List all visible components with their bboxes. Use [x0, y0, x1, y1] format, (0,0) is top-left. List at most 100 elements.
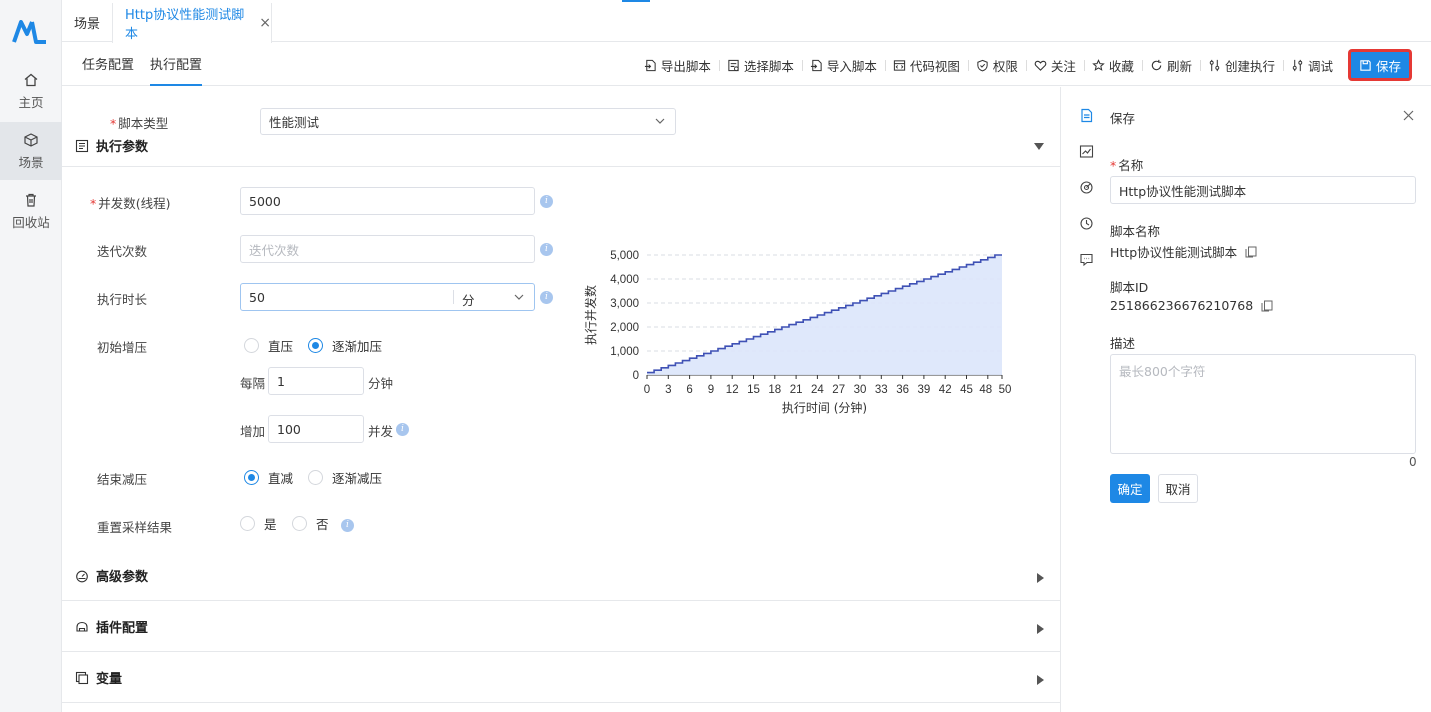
tool-label: 调试 [1307, 58, 1333, 74]
x-tick-label: 18 [768, 384, 781, 396]
tool-label: 导入脚本 [826, 58, 877, 74]
every-label: 每隔 [240, 376, 266, 391]
y-tick-label: 0 [633, 370, 639, 382]
duration-input[interactable]: 50 分 [240, 283, 535, 311]
name-input[interactable]: Http协议性能测试脚本 [1110, 176, 1416, 204]
x-tick-label: 30 [854, 384, 867, 396]
y-tick-label: 3,000 [610, 298, 639, 310]
ramp-up-direct-radio[interactable]: 直压 [244, 336, 293, 355]
exec-params-header[interactable]: 执行参数 [62, 125, 1060, 167]
tab-task-config[interactable]: 任务配置 [82, 43, 134, 86]
collapse-caret-icon[interactable] [1034, 143, 1044, 150]
section-title: 执行参数 [96, 140, 149, 155]
tab-exec-config[interactable]: 执行配置 [150, 43, 203, 86]
tool-label: 代码视图 [909, 58, 960, 74]
expand-caret-icon[interactable] [1037, 624, 1044, 634]
refresh-icon [1151, 59, 1162, 70]
info-icon[interactable]: i [540, 243, 553, 256]
x-tick-label: 50 [999, 384, 1012, 396]
app-logo[interactable] [12, 20, 48, 44]
import-script-button[interactable]: 导入脚本 [801, 50, 885, 80]
info-icon[interactable]: i [341, 519, 354, 532]
y-tick-label: 4,000 [610, 274, 639, 286]
variables-header[interactable]: 变量 [62, 653, 1060, 703]
clock-icon[interactable] [1079, 216, 1094, 231]
tab-http-script[interactable]: Http协议性能测试脚本 × [112, 3, 272, 43]
home-icon [24, 73, 38, 86]
tool-label: 关注 [1050, 58, 1076, 74]
sidebar-item-recycle[interactable]: 回收站 [0, 182, 62, 240]
reset-yes-radio[interactable]: 是 [240, 514, 277, 533]
increase-input[interactable]: 100 [268, 415, 364, 443]
x-tick-label: 12 [726, 384, 739, 396]
sidebar-item-home[interactable]: 主页 [0, 62, 62, 120]
iterations-input[interactable]: 迭代次数 [240, 235, 535, 263]
concurrency-chart: 01,0002,0003,0004,0005,0000 3 6 9 12 15 18 21 24… [583, 250, 1012, 415]
duration-value: 50 [249, 289, 265, 305]
reset-no-radio[interactable]: 否 [292, 514, 329, 533]
tab-scenes[interactable]: 场景 [62, 3, 112, 42]
x-tick-label: 15 [747, 384, 760, 396]
duration-unit-select[interactable]: 分 [462, 290, 475, 309]
sidebar-item-scenes[interactable]: 场景 [0, 122, 62, 180]
advanced-params-header[interactable]: 高级参数 [62, 551, 1060, 601]
follow-button[interactable]: 关注 [1025, 50, 1084, 80]
variable-icon [75, 671, 89, 684]
ramp-up-gradual-radio[interactable]: 逐渐加压 [308, 336, 382, 355]
expand-caret-icon[interactable] [1037, 573, 1044, 583]
target-icon[interactable] [1079, 180, 1094, 195]
duration-label: 执行时长 [97, 292, 148, 307]
close-icon[interactable]: × [259, 15, 271, 31]
code-view-button[interactable]: 代码视图 [884, 50, 968, 80]
every-input[interactable]: 1 [268, 367, 364, 395]
close-icon[interactable] [1403, 110, 1414, 121]
exec-config-form: * 脚本类型 性能测试 执行参数 * 并发数(线程) 5000 i 迭代次数 迭代次… [62, 87, 1060, 712]
save-label: 保存 [1375, 58, 1401, 74]
script-id-label: 脚本ID [1110, 280, 1149, 295]
comment-icon[interactable] [1079, 252, 1094, 267]
divider [453, 290, 454, 304]
script-id-value: 251866236676210768 [1110, 298, 1273, 313]
x-tick-label: 48 [979, 384, 992, 396]
x-tick-label: 36 [896, 384, 909, 396]
ramp-down-direct-radio[interactable]: 直减 [244, 468, 293, 487]
copy-icon[interactable] [1261, 300, 1273, 312]
copy-icon[interactable] [1245, 246, 1257, 258]
expand-caret-icon[interactable] [1037, 675, 1044, 685]
favorite-button[interactable]: 收藏 [1083, 50, 1142, 80]
permission-button[interactable]: 权限 [967, 50, 1026, 80]
x-tick-label: 21 [790, 384, 803, 396]
ramp-down-gradual-radio[interactable]: 逐渐减压 [308, 468, 382, 487]
threads-input[interactable]: 5000 [240, 187, 535, 215]
save-button[interactable]: 保存 [1348, 50, 1411, 80]
increase-label: 增加 [240, 424, 266, 439]
export-script-button[interactable]: 导出脚本 [636, 50, 719, 80]
info-icon[interactable]: i [396, 423, 409, 436]
plugin-config-header[interactable]: 插件配置 [62, 602, 1060, 652]
debug-button[interactable]: 调试 [1282, 50, 1341, 80]
y-axis-label: 执行并发数 [583, 285, 598, 345]
info-icon[interactable]: i [540, 291, 553, 304]
cancel-button[interactable]: 取消 [1158, 474, 1198, 503]
select-file-icon [728, 59, 739, 71]
refresh-button[interactable]: 刷新 [1141, 50, 1200, 80]
x-axis-label: 执行时间 (分钟) [782, 400, 867, 415]
ramp-down-label: 结束减压 [97, 472, 148, 487]
panel-title: 保存 [1110, 111, 1136, 126]
create-execution-button[interactable]: 创建执行 [1199, 50, 1283, 80]
name-label: * 名称 [1110, 158, 1144, 173]
chevron-down-icon [514, 294, 524, 300]
document-icon[interactable] [1079, 108, 1094, 123]
iterations-label: 迭代次数 [97, 244, 148, 259]
confirm-button[interactable]: 确定 [1110, 474, 1150, 503]
x-tick-label: 39 [918, 384, 931, 396]
tool-label: 选择脚本 [743, 58, 794, 74]
select-script-button[interactable]: 选择脚本 [718, 50, 802, 80]
sidebar-item-label: 主页 [18, 94, 44, 110]
info-icon[interactable]: i [540, 195, 553, 208]
import-icon [810, 59, 822, 71]
description-textarea[interactable]: 最长800个字符 [1110, 354, 1416, 454]
x-tick-label: 27 [832, 384, 845, 396]
trend-chart-icon[interactable] [1079, 144, 1094, 159]
script-name-label: 脚本名称 [1110, 224, 1161, 239]
